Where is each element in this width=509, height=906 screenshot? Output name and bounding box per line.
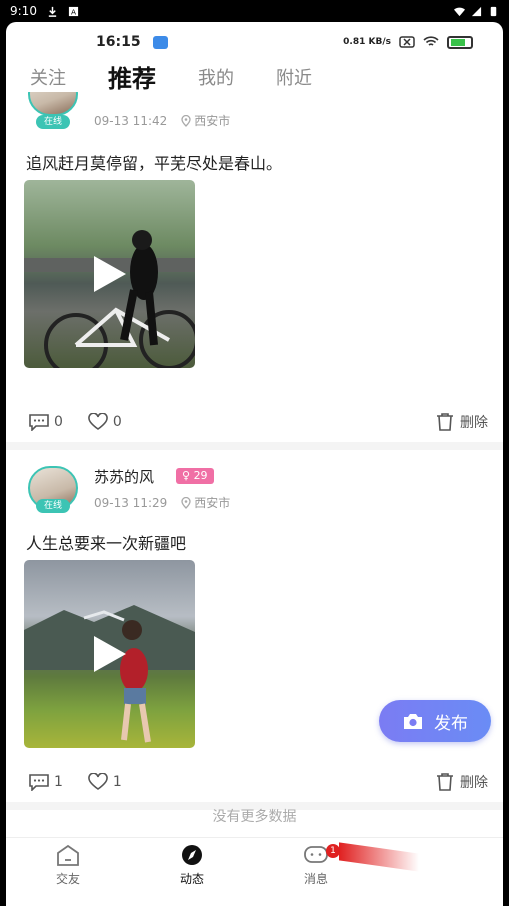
post-content: 追风赶月莫停留，平芜尽处是春山。: [26, 154, 283, 173]
delete-label: 删除: [460, 775, 488, 791]
post-divider: [6, 442, 503, 450]
trash-icon: [437, 413, 453, 431]
comment-count: 0: [54, 414, 63, 430]
nav-friends[interactable]: 交友: [6, 838, 130, 906]
bottom-nav: 交友 动态 消息 1: [6, 837, 503, 906]
no-more-data: 没有更多数据: [212, 809, 297, 825]
like-button[interactable]: 0: [87, 413, 122, 431]
battery-icon: [490, 6, 497, 16]
location-pin-icon: [181, 114, 191, 127]
svg-text:A: A: [71, 7, 76, 16]
nav-moments[interactable]: 动态: [130, 838, 254, 906]
wifi-icon: [454, 7, 465, 16]
tab-follow[interactable]: 关注: [30, 66, 66, 92]
system-time: 9:10: [10, 4, 37, 18]
online-badge: 在线: [36, 499, 70, 513]
gender-age-badge: ♀ 29: [176, 468, 214, 484]
play-icon: [94, 636, 126, 672]
comment-icon: [29, 414, 49, 431]
like-button[interactable]: 1: [87, 773, 122, 791]
app-screen: 16:15 0.81 KB/s 关注 推荐 我的 附近 在线 09-13 11:…: [6, 22, 503, 906]
username[interactable]: 苏苏的风: [94, 466, 154, 487]
signal-icon: [471, 6, 482, 16]
tab-mine[interactable]: 我的: [198, 66, 234, 92]
post-location: 西安市: [194, 114, 231, 128]
notification-a-icon: A: [68, 6, 79, 16]
publish-label: 发布: [434, 713, 468, 734]
like-count: 0: [112, 414, 122, 430]
publish-button[interactable]: 发布: [379, 700, 491, 742]
home-icon: [57, 844, 79, 866]
camera-icon: [404, 714, 422, 729]
trash-icon: [437, 773, 453, 791]
sim-off-icon: [399, 36, 415, 48]
tab-recommend[interactable]: 推荐: [108, 66, 156, 92]
female-icon: ♀: [182, 469, 194, 482]
post-location: 西安市: [194, 496, 231, 510]
download-icon: [48, 6, 57, 17]
inner-battery-icon: [447, 35, 473, 49]
heart-icon: [88, 413, 108, 430]
age-value: 29: [193, 469, 208, 482]
delete-label: 删除: [460, 415, 488, 431]
delete-button[interactable]: 删除: [436, 412, 488, 432]
post-meta: 09-13 11:42 西安市: [94, 112, 230, 129]
inner-status-bar: 16:15 0.81 KB/s: [6, 22, 503, 62]
nav-profile[interactable]: [378, 838, 502, 906]
tab-nearby[interactable]: 附近: [276, 66, 312, 92]
message-badge: 1: [326, 844, 340, 858]
post-content: 人生总要来一次新疆吧: [26, 534, 187, 553]
video-thumbnail[interactable]: [24, 560, 195, 748]
system-status-bar: 9:10 A: [0, 0, 509, 22]
feed-tabs: 关注 推荐 我的 附近: [6, 62, 503, 92]
comment-button[interactable]: 1: [28, 773, 63, 791]
heart-icon: [88, 773, 108, 790]
comment-button[interactable]: 0: [28, 413, 63, 431]
post-datetime: 09-13 11:42: [94, 113, 168, 128]
delete-button[interactable]: 删除: [436, 772, 488, 792]
play-icon: [94, 256, 126, 292]
video-thumbnail[interactable]: [24, 180, 195, 368]
app-notification-icon: [152, 35, 168, 49]
post-actions: 1 1 删除: [28, 771, 488, 793]
post-actions: 0 0 删除: [28, 411, 488, 433]
location-pin-icon: [181, 496, 191, 509]
net-speed: 0.81 KB/s: [343, 37, 391, 47]
nav-label: 交友: [55, 872, 80, 886]
nav-label: 动态: [179, 872, 204, 886]
inner-time: 16:15: [96, 34, 141, 50]
nav-label: 消息: [303, 872, 328, 886]
online-badge: 在线: [36, 115, 70, 129]
post-meta: 09-13 11:29 西安市: [94, 494, 230, 511]
comment-count: 1: [54, 774, 63, 790]
like-count: 1: [112, 774, 122, 790]
comment-icon: [29, 774, 49, 791]
avatar[interactable]: [28, 92, 78, 116]
post-datetime: 09-13 11:29: [94, 495, 168, 510]
compass-icon: [182, 845, 202, 865]
message-icon: [304, 846, 328, 863]
nav-messages[interactable]: 消息 1: [254, 838, 419, 906]
inner-wifi-icon: [423, 36, 439, 46]
